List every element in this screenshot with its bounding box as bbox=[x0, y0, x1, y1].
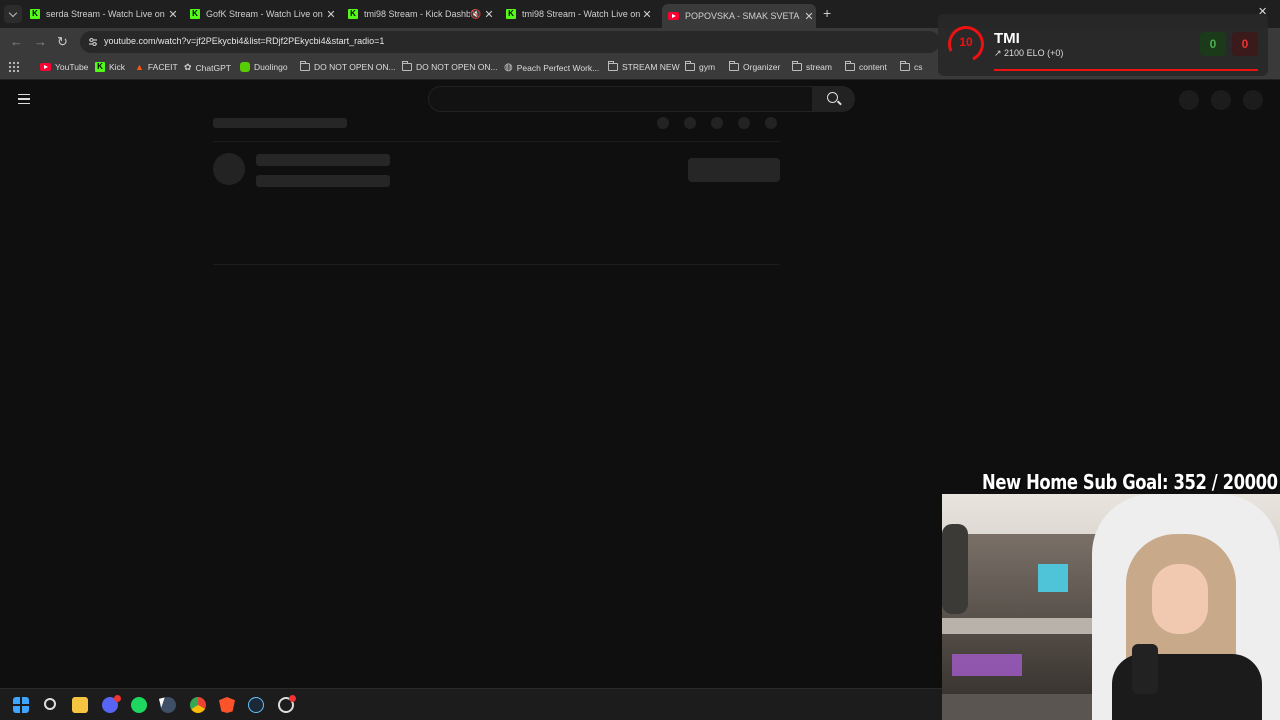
tab-5-active[interactable]: POPOVSKA - SMAK SVETA (Official ✕ bbox=[662, 4, 816, 28]
action-skeleton bbox=[765, 117, 777, 129]
bookmark-youtube[interactable]: YouTube bbox=[40, 62, 88, 72]
tab-4[interactable]: K tmi98 Stream - Watch Live on Kick ✕ bbox=[506, 4, 654, 24]
bookmark-kick[interactable]: K Kick bbox=[95, 62, 125, 72]
folder-icon bbox=[845, 61, 855, 71]
apps-grid-icon[interactable] bbox=[8, 61, 19, 72]
folder-icon bbox=[900, 61, 910, 71]
folder-icon bbox=[608, 61, 618, 71]
globe-icon: ◍ bbox=[504, 62, 513, 73]
back-arrow-icon[interactable]: ← bbox=[10, 34, 23, 49]
faceit-elo: ↗ 2100 ELO (+0) bbox=[994, 48, 1064, 58]
webcam-feed bbox=[942, 494, 1280, 720]
folder-icon bbox=[402, 61, 412, 71]
notification-badge bbox=[114, 695, 121, 702]
channel-subs-skeleton bbox=[256, 175, 390, 187]
spotify-icon[interactable] bbox=[131, 697, 147, 713]
create-icon[interactable] bbox=[1179, 90, 1199, 110]
youtube-icon bbox=[40, 63, 51, 71]
faceit-losses: 0 bbox=[1232, 32, 1258, 56]
bookmark-organizer[interactable]: Organizer bbox=[729, 61, 780, 72]
action-skeleton bbox=[684, 117, 696, 129]
close-icon[interactable]: ✕ bbox=[802, 10, 816, 23]
folder-icon bbox=[792, 61, 802, 71]
forward-arrow-icon[interactable]: → bbox=[34, 34, 47, 49]
close-icon[interactable]: ✕ bbox=[640, 8, 654, 21]
kick-icon: K bbox=[348, 9, 358, 19]
bookmark-duolingo[interactable]: Duolingo bbox=[240, 62, 288, 72]
bookmark-stream[interactable]: stream bbox=[792, 61, 832, 72]
faceit-level: 10 bbox=[959, 35, 973, 49]
steam-icon[interactable] bbox=[248, 697, 264, 713]
bookmark-folder-2[interactable]: DO NOT OPEN ON... bbox=[402, 61, 498, 72]
folder-icon bbox=[300, 61, 310, 71]
action-skeleton bbox=[711, 117, 723, 129]
file-explorer-icon[interactable] bbox=[72, 697, 88, 713]
brave-icon[interactable] bbox=[219, 697, 235, 713]
notifications-icon[interactable] bbox=[1211, 90, 1231, 110]
folder-icon bbox=[685, 61, 695, 71]
divider bbox=[213, 141, 780, 142]
tab-2[interactable]: K GofK Stream - Watch Live on Kick ✕ bbox=[190, 4, 338, 24]
bookmark-peach[interactable]: ◍ Peach Perfect Work... bbox=[504, 62, 599, 73]
channel-name-skeleton bbox=[256, 154, 390, 166]
bookmark-stream-new[interactable]: STREAM NEW bbox=[608, 61, 680, 72]
close-icon[interactable]: ✕ bbox=[482, 8, 496, 21]
kick-icon: K bbox=[506, 9, 516, 19]
muted-speaker-icon[interactable]: 🔇 bbox=[470, 9, 482, 20]
faceit-elo-widget: 10 TMI ↗ 2100 ELO (+0) 0 0 bbox=[938, 14, 1268, 76]
tab-search-button[interactable] bbox=[4, 5, 22, 23]
channel-avatar-skeleton bbox=[213, 153, 245, 185]
subscribe-skeleton bbox=[688, 158, 780, 182]
action-skeleton bbox=[657, 117, 669, 129]
close-icon[interactable]: ✕ bbox=[166, 8, 180, 21]
kick-icon: K bbox=[30, 9, 40, 19]
tab-3[interactable]: K tmi98 Stream - Kick Dashboard 🔇 ✕ bbox=[348, 4, 496, 24]
notification-badge bbox=[289, 695, 296, 702]
search-button[interactable] bbox=[813, 86, 855, 112]
faceit-wins: 0 bbox=[1200, 32, 1226, 56]
search-input[interactable] bbox=[428, 86, 813, 112]
bookmark-cs[interactable]: cs bbox=[900, 61, 923, 72]
bookmark-folder-1[interactable]: DO NOT OPEN ON... bbox=[300, 61, 396, 72]
new-tab-button[interactable]: + bbox=[823, 5, 831, 21]
bookmark-faceit[interactable]: ▲ FACEIT bbox=[135, 62, 178, 72]
windows-start-icon[interactable] bbox=[13, 697, 29, 713]
faceit-icon: ▲ bbox=[135, 62, 144, 72]
search-icon bbox=[827, 92, 838, 103]
menu-icon[interactable] bbox=[18, 94, 30, 104]
duolingo-icon bbox=[240, 62, 250, 72]
bookmark-chatgpt[interactable]: ✿ ChatGPT bbox=[184, 62, 231, 73]
divider bbox=[213, 264, 780, 265]
sub-goal-text: New Home Sub Goal: 352 / 20000 bbox=[982, 470, 1278, 494]
close-icon[interactable]: ✕ bbox=[324, 8, 338, 21]
kick-icon: K bbox=[190, 9, 200, 19]
avatar[interactable] bbox=[1243, 90, 1263, 110]
tab-1[interactable]: K serda Stream - Watch Live on Kick ✕ bbox=[30, 4, 180, 24]
title-skeleton bbox=[213, 118, 347, 128]
bookmark-content[interactable]: content bbox=[845, 61, 887, 72]
address-bar[interactable]: youtube.com/watch?v=jf2PEkycbi4&list=RDj… bbox=[80, 31, 940, 53]
folder-icon bbox=[729, 61, 739, 71]
action-skeleton bbox=[738, 117, 750, 129]
faceit-player-name: TMI bbox=[994, 30, 1020, 47]
site-settings-icon[interactable] bbox=[88, 37, 98, 47]
faceit-progress-bar bbox=[994, 69, 1258, 71]
taskbar bbox=[0, 688, 942, 720]
reload-icon[interactable]: ↻ bbox=[57, 34, 68, 50]
youtube-icon bbox=[668, 12, 679, 20]
kick-icon: K bbox=[95, 62, 105, 72]
chatgpt-icon: ✿ bbox=[184, 62, 192, 72]
bookmark-gym[interactable]: gym bbox=[685, 61, 715, 72]
url-text: youtube.com/watch?v=jf2PEkycbi4&list=RDj… bbox=[104, 36, 385, 46]
chrome-icon[interactable] bbox=[190, 697, 206, 713]
search-icon[interactable] bbox=[44, 698, 56, 710]
